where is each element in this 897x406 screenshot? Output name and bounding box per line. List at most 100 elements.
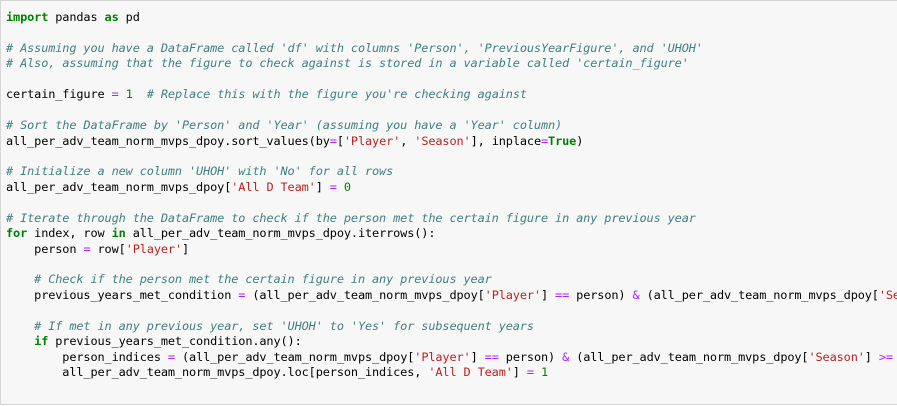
- code-line: certain_figure = 1 # Replace this with t…: [6, 87, 897, 102]
- code-line: # If met in any previous year, set 'UHOH…: [6, 319, 897, 334]
- code-operator: &: [632, 287, 640, 302]
- code-operator: =: [526, 365, 534, 380]
- code-text: (all_per_adv_team_norm_mvps_dpoy[: [174, 349, 415, 364]
- code-line: all_per_adv_team_norm_mvps_dpoy.sort_val…: [6, 134, 897, 149]
- code-line: # Assuming you have a DataFrame called '…: [6, 41, 897, 56]
- code-string: 'Player': [484, 287, 541, 302]
- code-line: ​: [6, 257, 897, 272]
- code-line: # Iterate through the DataFrame to check…: [6, 211, 897, 226]
- code-line: ​: [6, 195, 897, 210]
- code-string: 'Seas: [878, 287, 897, 302]
- code-text: previous_years_met_condition.any():: [48, 334, 302, 349]
- code-keyword: if: [34, 334, 49, 349]
- code-comment: # Initialize a new column 'UHOH' with 'N…: [6, 164, 394, 179]
- code-text: index, row: [27, 226, 112, 241]
- code-number: 0: [343, 179, 351, 194]
- code-keyword: as: [104, 10, 119, 24]
- code-text: person_indices: [6, 349, 168, 364]
- code-string: 'Player': [125, 241, 182, 256]
- code-text: certain_figure: [6, 87, 112, 102]
- code-comment: # Iterate through the DataFrame to check…: [6, 210, 696, 225]
- code-text: ro: [893, 350, 897, 364]
- code-comment: # Check if the person met the certain fi…: [34, 272, 492, 287]
- code-operator: =: [329, 133, 337, 148]
- code-line: import pandas as pd: [6, 10, 897, 25]
- code-operator: >=: [878, 349, 893, 364]
- code-text: all_per_adv_team_norm_mvps_dpoy.sort_val…: [6, 133, 330, 148]
- code-comment: # If met in any previous year, set 'UHOH…: [34, 318, 534, 333]
- code-line: person = row['Player']: [6, 242, 897, 257]
- code-line: ​: [6, 303, 897, 318]
- code-keyword: True: [548, 133, 577, 148]
- code-text: ]: [470, 349, 485, 364]
- code-text: ]: [182, 241, 190, 256]
- code-text: ): [576, 133, 584, 148]
- code-text: all_per_adv_team_norm_mvps_dpoy.iterrows…: [125, 226, 436, 241]
- code-text: ]: [315, 179, 330, 194]
- code-operator: =: [540, 133, 549, 148]
- code-operator: =: [329, 179, 337, 194]
- code-comment: # Replace this with the figure you're ch…: [146, 87, 527, 102]
- code-string: 'All D Team': [428, 365, 513, 380]
- cell-left-border: [0, 1, 1, 404]
- code-cell[interactable]: import pandas as pd​# Assuming you have …: [0, 0, 897, 405]
- code-string: 'All D Team': [231, 179, 316, 194]
- code-line: if previous_years_met_condition.any():: [6, 334, 897, 349]
- code-number: 1: [125, 87, 133, 102]
- code-line: for index, row in all_per_adv_team_norm_…: [6, 226, 897, 241]
- code-line: ​: [6, 149, 897, 164]
- code-keyword: for: [6, 226, 28, 241]
- code-text: [: [336, 133, 344, 148]
- code-line: person_indices = (all_per_adv_team_norm_…: [6, 350, 897, 365]
- code-editor[interactable]: import pandas as pd​# Assuming you have …: [6, 10, 897, 381]
- code-text: (all_per_adv_team_norm_mvps_dpoy[: [639, 287, 879, 302]
- code-operator: ==: [484, 349, 499, 364]
- code-comment: # Sort the DataFrame by 'Person' and 'Ye…: [6, 118, 563, 133]
- code-keyword: in: [111, 226, 126, 241]
- code-keyword: import: [6, 10, 49, 24]
- code-line: # Initialize a new column 'UHOH' with 'N…: [6, 164, 897, 179]
- code-line: previous_years_met_condition = (all_per_…: [6, 288, 897, 303]
- code-string: 'Season': [808, 349, 865, 364]
- code-text: person): [569, 287, 633, 302]
- code-text: all_per_adv_team_norm_mvps_dpoy[: [6, 179, 232, 194]
- code-text: ,: [400, 133, 415, 148]
- code-number: 1: [540, 365, 549, 380]
- code-text: ]: [540, 287, 556, 302]
- code-comment: # Also, assuming that the figure to chec…: [6, 56, 689, 71]
- code-string: 'Player': [414, 349, 471, 364]
- code-line: all_per_adv_team_norm_mvps_dpoy['All D T…: [6, 180, 897, 195]
- code-operator: =: [167, 349, 175, 364]
- code-line: ​: [6, 72, 897, 87]
- code-text: pandas: [48, 10, 105, 24]
- code-text: (all_per_adv_team_norm_mvps_dpoy[: [569, 349, 809, 364]
- code-line: ​: [6, 25, 897, 40]
- code-text: row[: [90, 241, 126, 256]
- code-text: all_per_adv_team_norm_mvps_dpoy.loc[pers…: [6, 365, 429, 380]
- code-text: ]: [864, 349, 879, 364]
- code-operator: =: [111, 87, 119, 102]
- code-text: person: [6, 241, 84, 256]
- code-string: 'Player': [343, 133, 401, 148]
- code-text: ], inplace: [470, 133, 542, 148]
- code-comment: # Assuming you have a DataFrame called '…: [6, 40, 703, 55]
- code-line: ​: [6, 103, 897, 118]
- code-text: (all_per_adv_team_norm_mvps_dpoy[: [245, 287, 485, 302]
- code-text: ]: [512, 365, 527, 380]
- code-text: person): [498, 349, 563, 364]
- code-line: # Also, assuming that the figure to chec…: [6, 56, 897, 71]
- code-line: all_per_adv_team_norm_mvps_dpoy.loc[pers…: [6, 365, 897, 380]
- code-text: previous_years_met_condition: [6, 287, 239, 302]
- code-line: # Sort the DataFrame by 'Person' and 'Ye…: [6, 118, 897, 133]
- code-string: 'Season': [414, 133, 471, 148]
- code-line: # Check if the person met the certain fi…: [6, 272, 897, 287]
- code-text: pd: [118, 10, 140, 24]
- code-operator: ==: [555, 287, 570, 302]
